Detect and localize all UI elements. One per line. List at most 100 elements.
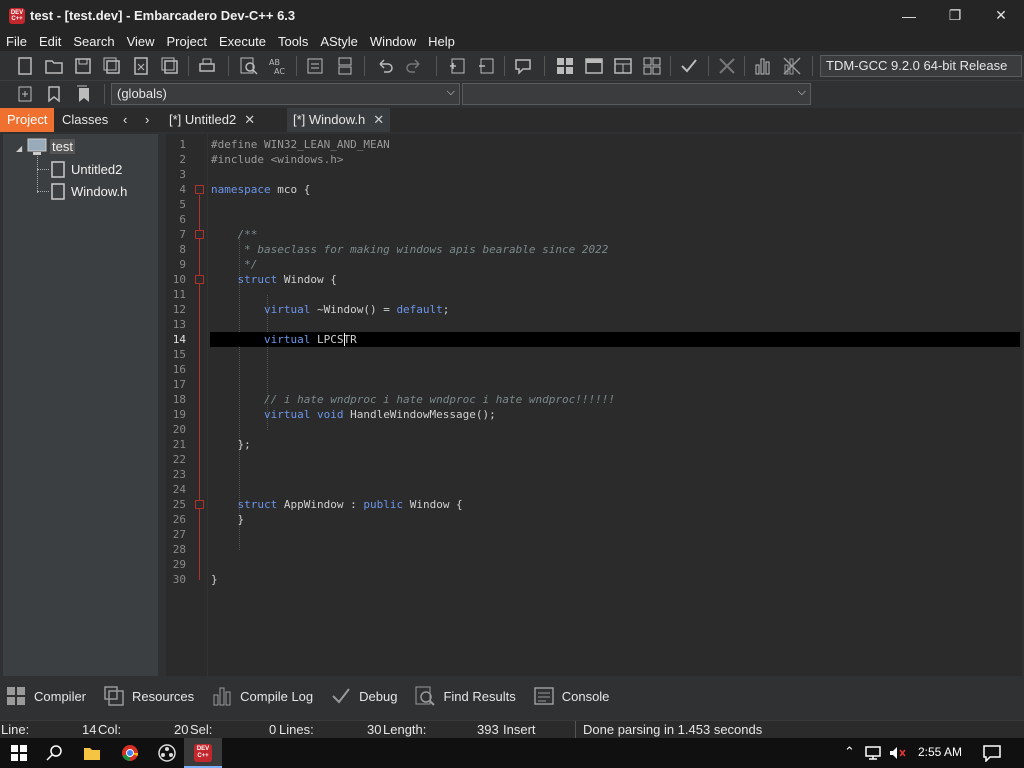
taskbar-clock[interactable]: 2:55 AM — [918, 745, 962, 759]
tab-scroll-right-icon[interactable]: › — [138, 108, 156, 132]
indent-icon[interactable] — [306, 57, 324, 75]
line-number: 10 — [172, 273, 186, 286]
tab-classes[interactable]: Classes — [55, 108, 115, 132]
code-line-21: }; — [211, 438, 251, 451]
print-icon[interactable] — [198, 57, 216, 75]
tree-connector — [37, 169, 49, 170]
unindent-icon[interactable] — [336, 57, 354, 75]
line-number: 4 — [179, 183, 186, 196]
code-editor[interactable]: 1 2 3 4 5 6 7 8 9 10 11 12 13 14 15 16 17 18 19 20 21 22 23 24 2… — [166, 134, 1022, 676]
line-number: 29 — [172, 558, 186, 571]
window-icon[interactable] — [585, 57, 603, 75]
save-icon[interactable] — [74, 57, 92, 75]
menu-file[interactable]: File — [0, 34, 33, 49]
close-all-icon[interactable] — [161, 57, 179, 75]
comment-icon[interactable] — [514, 57, 532, 75]
tree-connector — [37, 156, 38, 193]
menu-search[interactable]: Search — [67, 34, 120, 49]
tree-item-untitled2[interactable]: Untitled2 — [71, 162, 122, 177]
tab-project[interactable]: Project — [0, 108, 55, 132]
line-number: 21 — [172, 438, 186, 451]
close-tab-icon[interactable]: ✕ — [244, 112, 255, 127]
tab-untitled2[interactable]: [*] Untitled2 ✕ — [163, 108, 261, 132]
file-explorer-icon[interactable] — [83, 744, 101, 762]
close-file-icon[interactable] — [132, 57, 150, 75]
chrome-icon[interactable] — [121, 744, 139, 762]
check-syntax-icon[interactable] — [680, 57, 698, 75]
tab-console[interactable]: Console — [526, 686, 610, 706]
profile-chart-icon[interactable] — [754, 57, 772, 75]
grid-icon[interactable] — [643, 57, 661, 75]
chevron-up-icon[interactable]: ⌃ — [844, 744, 855, 760]
new-project-icon[interactable] — [448, 57, 466, 75]
tab-compiler[interactable]: Compiler — [0, 686, 86, 706]
menu-window[interactable]: Window — [364, 34, 422, 49]
fold-marker-icon[interactable] — [195, 230, 204, 239]
maximize-button[interactable]: ❐ — [932, 0, 978, 31]
status-bar: Line: 14 Col: 20 Sel: 0 Lines: 30 Length… — [0, 720, 1024, 739]
volume-muted-icon[interactable] — [888, 744, 906, 762]
status-sel-label: Sel: — [190, 722, 213, 737]
menu-astyle[interactable]: AStyle — [314, 34, 364, 49]
line-number: 23 — [172, 468, 186, 481]
search-icon[interactable] — [46, 744, 64, 762]
tab-find-results[interactable]: Find Results — [407, 686, 516, 706]
save-all-icon[interactable] — [103, 57, 121, 75]
network-icon[interactable] — [864, 744, 882, 762]
close-tab-icon[interactable]: ✕ — [373, 112, 384, 127]
windows-start-icon[interactable] — [10, 744, 28, 762]
menu-tools[interactable]: Tools — [272, 34, 314, 49]
line-number-gutter: 1 2 3 4 5 6 7 8 9 10 11 12 13 14 15 16 17 18 19 20 21 22 23 24 2… — [166, 134, 208, 676]
line-number: 13 — [172, 318, 186, 331]
scope-combo[interactable]: (globals) ⌵ — [111, 83, 460, 105]
close-button[interactable]: ✕ — [978, 0, 1024, 31]
stop-execution-icon[interactable] — [718, 57, 736, 75]
compiler-select[interactable]: TDM-GCC 9.2.0 64-bit Release — [820, 55, 1022, 77]
fold-marker-icon[interactable] — [195, 275, 204, 284]
code-text: ~Window() = — [310, 303, 397, 316]
obs-icon[interactable] — [158, 744, 176, 762]
code-line-14: virtual LPCSTR — [211, 332, 357, 347]
notifications-icon[interactable] — [983, 744, 1001, 762]
goto-declaration-icon[interactable] — [16, 85, 34, 103]
menu-view[interactable]: View — [121, 34, 161, 49]
tab-scroll-left-icon[interactable]: ‹ — [116, 108, 134, 132]
tab-compile-log[interactable]: Compile Log — [204, 686, 313, 706]
new-file-icon[interactable] — [16, 57, 34, 75]
redo-icon[interactable] — [405, 57, 423, 75]
devcpp-taskbar-button[interactable]: DEV C++ — [184, 738, 222, 768]
find-icon[interactable] — [240, 57, 258, 75]
tab-compile-log-label: Compile Log — [240, 688, 314, 704]
code-text: AppWindow : — [277, 498, 364, 511]
undo-icon[interactable] — [376, 57, 394, 75]
delete-profile-icon[interactable] — [783, 57, 801, 75]
remove-project-icon[interactable] — [477, 57, 495, 75]
menu-execute[interactable]: Execute — [213, 34, 272, 49]
tab-window-h[interactable]: [*] Window.h ✕ — [287, 108, 391, 132]
open-folder-icon[interactable] — [45, 57, 63, 75]
bookmark-icon[interactable] — [45, 85, 63, 103]
expand-arrow-icon[interactable]: ◢ — [16, 144, 22, 153]
line-number: 6 — [179, 213, 186, 226]
menu-edit[interactable]: Edit — [33, 34, 67, 49]
status-sel-value: 0 — [269, 722, 277, 737]
minimize-button[interactable]: — — [886, 0, 932, 31]
tab-resources[interactable]: Resources — [96, 686, 194, 706]
layout-icon[interactable] — [614, 57, 632, 75]
tree-root-test[interactable]: test — [50, 139, 75, 154]
menu-project[interactable]: Project — [161, 34, 213, 49]
tab-debug[interactable]: Debug — [323, 686, 397, 706]
tile-icon[interactable] — [556, 57, 574, 75]
project-tree: ◢ test Untitled2 Window.h — [3, 134, 158, 676]
line-number: 16 — [172, 363, 186, 376]
fold-marker-icon[interactable] — [195, 185, 204, 194]
replace-icon[interactable]: ABAC — [269, 57, 287, 75]
code-line-9: */ — [211, 258, 258, 271]
menu-help[interactable]: Help — [422, 34, 461, 49]
tab-console-label: Console — [561, 688, 610, 704]
tree-item-window-h[interactable]: Window.h — [71, 184, 127, 199]
bookmarks-icon[interactable] — [74, 85, 92, 103]
fold-marker-icon[interactable] — [195, 500, 204, 509]
svg-text:AC: AC — [274, 67, 285, 75]
function-combo[interactable]: ⌵ — [462, 83, 811, 105]
